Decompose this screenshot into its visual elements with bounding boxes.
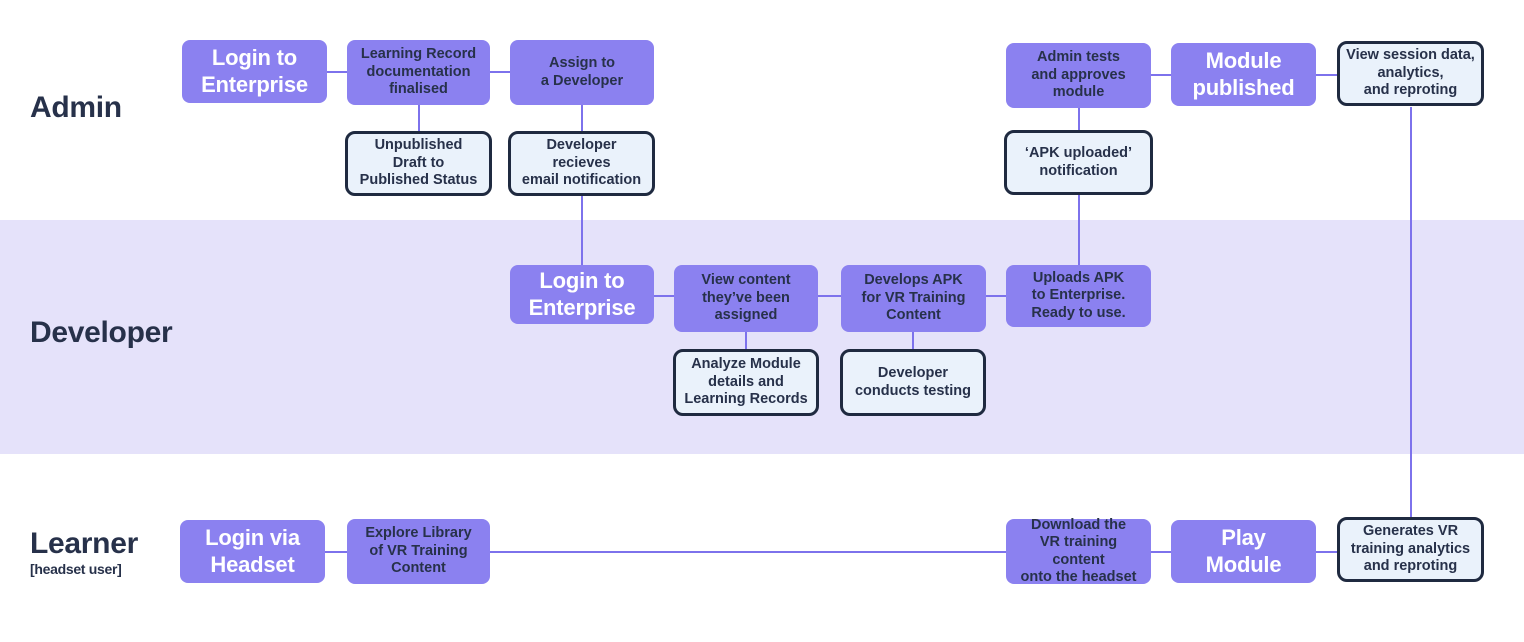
lane-label-admin: Admin — [30, 92, 122, 124]
node-learner-explore-library[interactable]: Explore Library of VR Training Content — [347, 519, 490, 584]
node-label: Unpublished Draft to Published Status — [359, 137, 478, 189]
node-developer-uploads-apk[interactable]: Uploads APK to Enterprise. Ready to use. — [1006, 265, 1151, 327]
connector-dev-email-to-developer-login — [581, 195, 583, 265]
node-label: Analyze Module details and Learning Reco… — [684, 356, 808, 408]
node-admin-tests-and-approves[interactable]: Admin tests and approves module — [1006, 43, 1151, 108]
node-label: Login to Enterprise — [201, 45, 308, 97]
developer-lane-band — [0, 220, 1524, 454]
node-admin-module-published[interactable]: Module published — [1171, 43, 1316, 106]
node-label: Uploads APK to Enterprise. Ready to use. — [1031, 269, 1126, 321]
node-learner-login-via-headset[interactable]: Login via Headset — [180, 520, 325, 583]
node-label: Developer conducts testing — [854, 365, 971, 399]
node-label: ‘APK uploaded’ notification — [1024, 145, 1133, 179]
connector-develops-apk-to-conducts-testing — [912, 331, 914, 350]
connector-admin-learning-record-to-unpublished — [418, 104, 420, 132]
node-admin-apk-uploaded-notification[interactable]: ‘APK uploaded’ notification — [1004, 130, 1153, 195]
connector-admin-assign-to-dev-email — [581, 104, 583, 132]
connector-admin-login-to-learning-record — [326, 71, 348, 73]
node-learner-play-module[interactable]: Play Module — [1171, 520, 1316, 583]
node-label: Admin tests and approves module — [1031, 49, 1126, 101]
node-developer-login[interactable]: Login to Enterprise — [510, 265, 654, 324]
lane-title-admin: Admin — [30, 91, 122, 124]
connector-admin-tests-to-module-published — [1150, 74, 1172, 76]
node-label: Download the VR training content onto th… — [1020, 516, 1137, 585]
node-developer-develops-apk[interactable]: Develops APK for VR Training Content — [841, 265, 986, 332]
node-developer-conducts-testing[interactable]: Developer conducts testing — [840, 349, 986, 416]
node-label: Play Module — [1205, 525, 1282, 577]
connector-view-session-to-generates-vr — [1410, 107, 1412, 518]
node-label: Explore Library of VR Training Content — [365, 525, 472, 577]
connector-view-content-to-analyze-module — [745, 331, 747, 350]
connector-develops-apk-to-uploads-apk — [985, 295, 1007, 297]
node-learner-generates-analytics[interactable]: Generates VR training analytics and repr… — [1337, 517, 1484, 582]
node-developer-view-content[interactable]: View content they’ve been assigned — [674, 265, 818, 332]
connector-explore-to-download — [489, 551, 1007, 553]
connector-dev-login-to-view-content — [653, 295, 675, 297]
node-admin-unpublished-draft[interactable]: Unpublished Draft to Published Status — [345, 131, 492, 196]
node-label: Generates VR training analytics and repr… — [1350, 523, 1471, 575]
flowchart-canvas: Admin Developer Learner [headset user] L… — [0, 0, 1524, 642]
node-admin-learning-record[interactable]: Learning Record documentation finalised — [347, 40, 490, 105]
node-label: Developer recieves email notification — [521, 137, 642, 189]
connector-download-to-play-module — [1150, 551, 1172, 553]
node-label: Develops APK for VR Training Content — [861, 272, 966, 324]
connector-apk-notification-to-uploads-apk — [1078, 194, 1080, 266]
node-admin-assign-developer[interactable]: Assign to a Developer — [510, 40, 654, 105]
connector-view-content-to-develops-apk — [817, 295, 841, 297]
lane-subtitle-learner: [headset user] — [30, 560, 122, 577]
node-developer-analyze-module[interactable]: Analyze Module details and Learning Reco… — [673, 349, 819, 416]
node-label: Learning Record documentation finalised — [360, 46, 477, 98]
node-label: Assign to a Developer — [540, 55, 624, 89]
node-label: Module published — [1192, 48, 1295, 100]
node-label: Login via Headset — [205, 525, 300, 577]
node-admin-view-session-data[interactable]: View session data, analytics, and reprot… — [1337, 41, 1484, 106]
lane-title-learner: Learner — [30, 527, 138, 560]
connector-admin-learning-record-to-assign — [489, 71, 511, 73]
node-label: View session data, analytics, and reprot… — [1346, 47, 1475, 99]
connector-learner-login-to-explore — [324, 551, 348, 553]
node-admin-login[interactable]: Login to Enterprise — [182, 40, 327, 103]
node-label: View content they’ve been assigned — [701, 272, 791, 324]
lane-label-learner: Learner [headset user] — [30, 528, 138, 576]
connector-module-published-to-view-session — [1314, 74, 1338, 76]
lane-title-developer: Developer — [30, 316, 173, 349]
node-admin-developer-email-notification[interactable]: Developer recieves email notification — [508, 131, 655, 196]
connector-play-module-to-generates-vr — [1314, 551, 1338, 553]
node-learner-download-content[interactable]: Download the VR training content onto th… — [1006, 516, 1151, 585]
node-label: Login to Enterprise — [528, 268, 636, 320]
connector-admin-tests-to-apk-notification — [1078, 108, 1080, 131]
lane-label-developer: Developer — [30, 316, 173, 349]
